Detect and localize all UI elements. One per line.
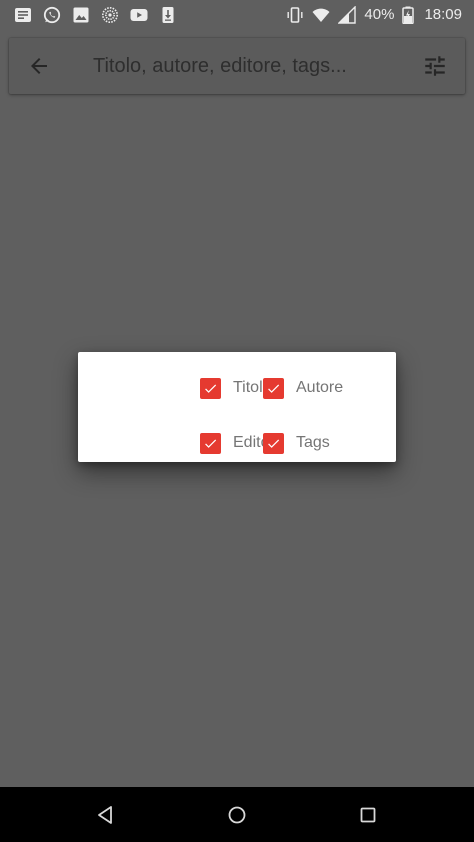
square-recents-icon: [360, 807, 376, 822]
search-fields-dialog: Titolo Autore Editore Tags: [78, 352, 396, 462]
whatsapp-icon: [43, 6, 61, 24]
option-label: Autore: [296, 379, 344, 396]
status-bar: 40% 18:09: [0, 0, 474, 29]
vibrate-icon: [286, 6, 304, 24]
option-tags[interactable]: Tags: [263, 425, 330, 461]
check-icon: [205, 384, 217, 393]
gallery-icon: [72, 6, 90, 24]
filter-button[interactable]: [405, 38, 465, 94]
notification-icons: [14, 6, 177, 24]
screen: 40% 18:09 Titolo A: [0, 0, 474, 842]
triangle-back-icon: [98, 805, 112, 824]
option-label: Editore: [233, 434, 264, 451]
editor-checkbox[interactable]: [200, 432, 221, 454]
clock: 18:09: [424, 6, 462, 23]
option-label: Titolo: [233, 379, 264, 396]
check-icon: [268, 439, 280, 448]
news-icon: [14, 6, 32, 24]
title-checkbox[interactable]: [200, 377, 221, 399]
battery-icon: [402, 6, 415, 24]
nav-back-button[interactable]: [78, 787, 134, 842]
tune-icon: [425, 56, 445, 76]
option-label: Tags: [296, 434, 330, 451]
search-input[interactable]: [69, 38, 405, 94]
download-icon: [159, 6, 177, 24]
circle-home-icon: [228, 806, 246, 823]
option-title[interactable]: Titolo: [200, 370, 264, 406]
nav-home-button[interactable]: [209, 787, 265, 842]
check-icon: [205, 439, 217, 448]
author-checkbox[interactable]: [263, 377, 284, 399]
system-status: 40% 18:09: [286, 5, 462, 24]
nav-recents-button[interactable]: [340, 787, 396, 842]
check-icon: [268, 384, 280, 393]
option-editor[interactable]: Editore: [200, 425, 264, 461]
search-bar: [9, 38, 465, 94]
youtube-icon: [130, 6, 148, 24]
sync-icon: [101, 6, 119, 24]
option-author[interactable]: Autore: [263, 370, 343, 406]
back-button[interactable]: [9, 38, 69, 94]
arrow-left-icon: [31, 58, 47, 74]
navigation-bar: [0, 787, 474, 842]
tags-checkbox[interactable]: [263, 432, 284, 454]
wifi-icon: [312, 6, 330, 24]
battery-percent: 40%: [364, 6, 395, 23]
signal-icon: [338, 5, 357, 24]
